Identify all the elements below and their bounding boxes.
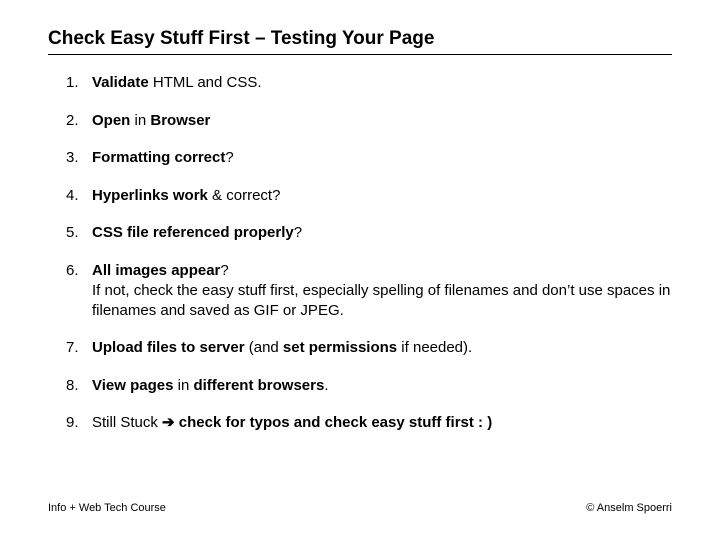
list-item: Open in Browser (92, 111, 672, 131)
list-item: View pages in different browsers. (92, 376, 672, 396)
list-item: CSS file referenced properly? (92, 223, 672, 243)
list-item-text: Validate HTML and CSS. (92, 74, 262, 91)
checklist: Validate HTML and CSS. Open in Browser For… (48, 73, 672, 433)
footer-right: © Anselm Spoerri (586, 502, 672, 514)
slide: Check Easy Stuff First – Testing Your Pa… (0, 0, 720, 540)
page-title: Check Easy Stuff First – Testing Your Pa… (48, 28, 672, 55)
list-item: Validate HTML and CSS. (92, 73, 672, 93)
list-item-text: All images appear? (92, 262, 229, 279)
footer-left: Info + Web Tech Course (48, 502, 166, 514)
list-item-text: Hyperlinks work & correct? (92, 187, 280, 204)
list-item-text: Upload files to server (and set permissi… (92, 339, 472, 356)
list-item-text: Still Stuck ➔ check for typos and check … (92, 414, 492, 431)
list-item-text: View pages in different browsers. (92, 377, 329, 394)
list-item-text: Open in Browser (92, 112, 210, 129)
footer: Info + Web Tech Course © Anselm Spoerri (48, 502, 672, 514)
list-item: All images appear? If not, check the easy… (92, 261, 672, 321)
list-item: Still Stuck ➔ check for typos and check … (92, 413, 672, 433)
list-item-text: CSS file referenced properly? (92, 224, 302, 241)
list-item: Formatting correct? (92, 148, 672, 168)
list-item-text: Formatting correct? (92, 149, 234, 166)
list-item: Upload files to server (and set permissi… (92, 338, 672, 358)
list-item-subtext: If not, check the easy stuff first, espe… (92, 281, 672, 320)
list-item: Hyperlinks work & correct? (92, 186, 672, 206)
